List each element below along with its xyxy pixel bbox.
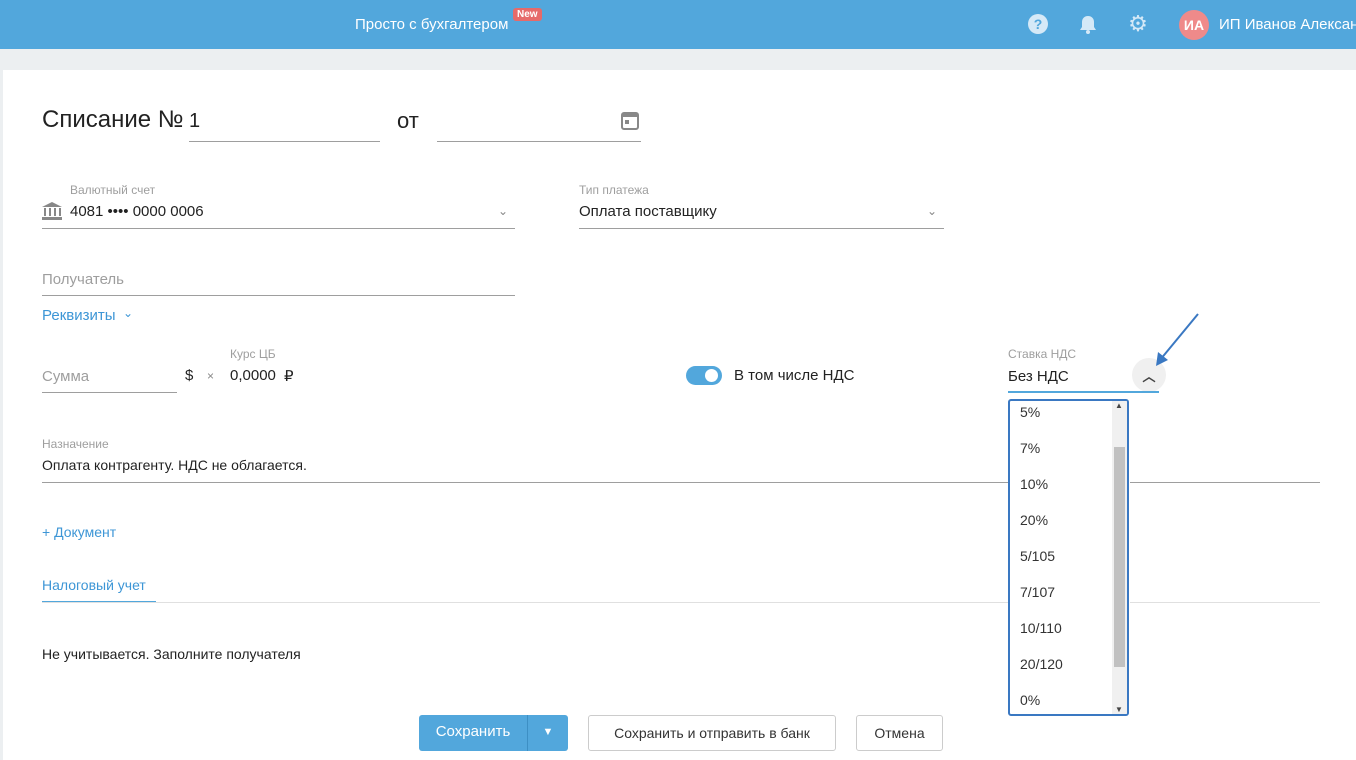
from-label: от (397, 108, 419, 133)
vat-option[interactable]: 0% (1020, 692, 1040, 708)
account-select[interactable]: 4081 •••• 0000 0006 (70, 203, 204, 220)
save-options-chevron-icon[interactable]: ▼ (528, 715, 568, 749)
purpose-input[interactable]: Оплата контрагенту. НДС не облагается. (42, 457, 307, 473)
scrollbar[interactable]: ▲ ▼ (1112, 401, 1127, 714)
vat-option[interactable]: 20% (1020, 512, 1048, 528)
gear-icon[interactable]: ⚙ (1127, 13, 1149, 35)
rate-value: 0,0000 (230, 367, 276, 384)
requisites-link[interactable]: Реквизиты (42, 307, 116, 324)
vat-option[interactable]: 20/120 (1020, 656, 1063, 672)
save-button[interactable]: Сохранить (419, 715, 527, 749)
vat-toggle[interactable] (686, 366, 722, 385)
chevron-down-icon[interactable]: ⌄ (927, 204, 937, 218)
user-name[interactable]: ИП Иванов Алексан (1219, 16, 1356, 33)
bank-icon (42, 202, 62, 225)
save-send-button[interactable]: Сохранить и отправить в банк (588, 715, 836, 751)
amount-input[interactable]: Сумма (42, 368, 89, 385)
cancel-button[interactable]: Отмена (856, 715, 943, 751)
date-input[interactable] (437, 141, 641, 142)
calendar-icon[interactable] (621, 110, 639, 135)
brand-title[interactable]: Просто с бухгалтером (355, 16, 508, 33)
vat-rate-select[interactable]: Без НДС (1008, 368, 1069, 385)
vat-toggle-label: В том числе НДС (734, 367, 855, 384)
multiply-sign: × (207, 369, 215, 383)
arrow-annotation-icon (1156, 313, 1199, 366)
vat-option[interactable]: 7% (1020, 440, 1040, 456)
rate-label: Курс ЦБ (230, 347, 276, 361)
add-document-link[interactable]: + Документ (42, 524, 116, 540)
vat-rate-label: Ставка НДС (1008, 347, 1077, 361)
bell-icon[interactable] (1077, 13, 1099, 35)
purpose-label: Назначение (42, 437, 109, 451)
avatar[interactable]: ИА (1179, 10, 1209, 40)
number-input[interactable]: 1 (189, 110, 200, 133)
payment-type-select[interactable]: Оплата поставщику (579, 203, 717, 220)
vat-option[interactable]: 10% (1020, 476, 1048, 492)
account-label: Валютный счет (70, 183, 156, 197)
rub-symbol: ₽ (284, 368, 294, 385)
vat-rate-dropdown[interactable]: 5% 7% 10% 20% 5/105 7/107 10/110 20/120 … (1008, 399, 1129, 716)
svg-text:?: ? (1034, 16, 1043, 32)
tab-tax-accounting[interactable]: Налоговый учет (42, 577, 146, 593)
currency-symbol: $ (185, 367, 194, 384)
vat-option[interactable]: 5/105 (1020, 548, 1055, 564)
save-button-group: Сохранить ▼ (419, 715, 568, 751)
chevron-down-icon: ⌄ (123, 306, 134, 320)
vat-option[interactable]: 10/110 (1020, 620, 1062, 636)
help-icon[interactable]: ? (1027, 13, 1049, 35)
chevron-down-icon[interactable]: ⌄ (498, 204, 508, 218)
tax-note: Не учитывается. Заполните получателя (42, 646, 301, 662)
payment-type-label: Тип платежа (579, 183, 649, 197)
vat-option[interactable]: 7/107 (1020, 584, 1055, 600)
top-bar: Просто с бухгалтером New ? ⚙ ИА ИП Ивано… (0, 0, 1356, 49)
vat-option[interactable]: 5% (1020, 404, 1040, 420)
page-title: Списание № (42, 106, 184, 133)
new-badge: New (513, 8, 542, 21)
recipient-input[interactable]: Получатель (42, 271, 124, 288)
